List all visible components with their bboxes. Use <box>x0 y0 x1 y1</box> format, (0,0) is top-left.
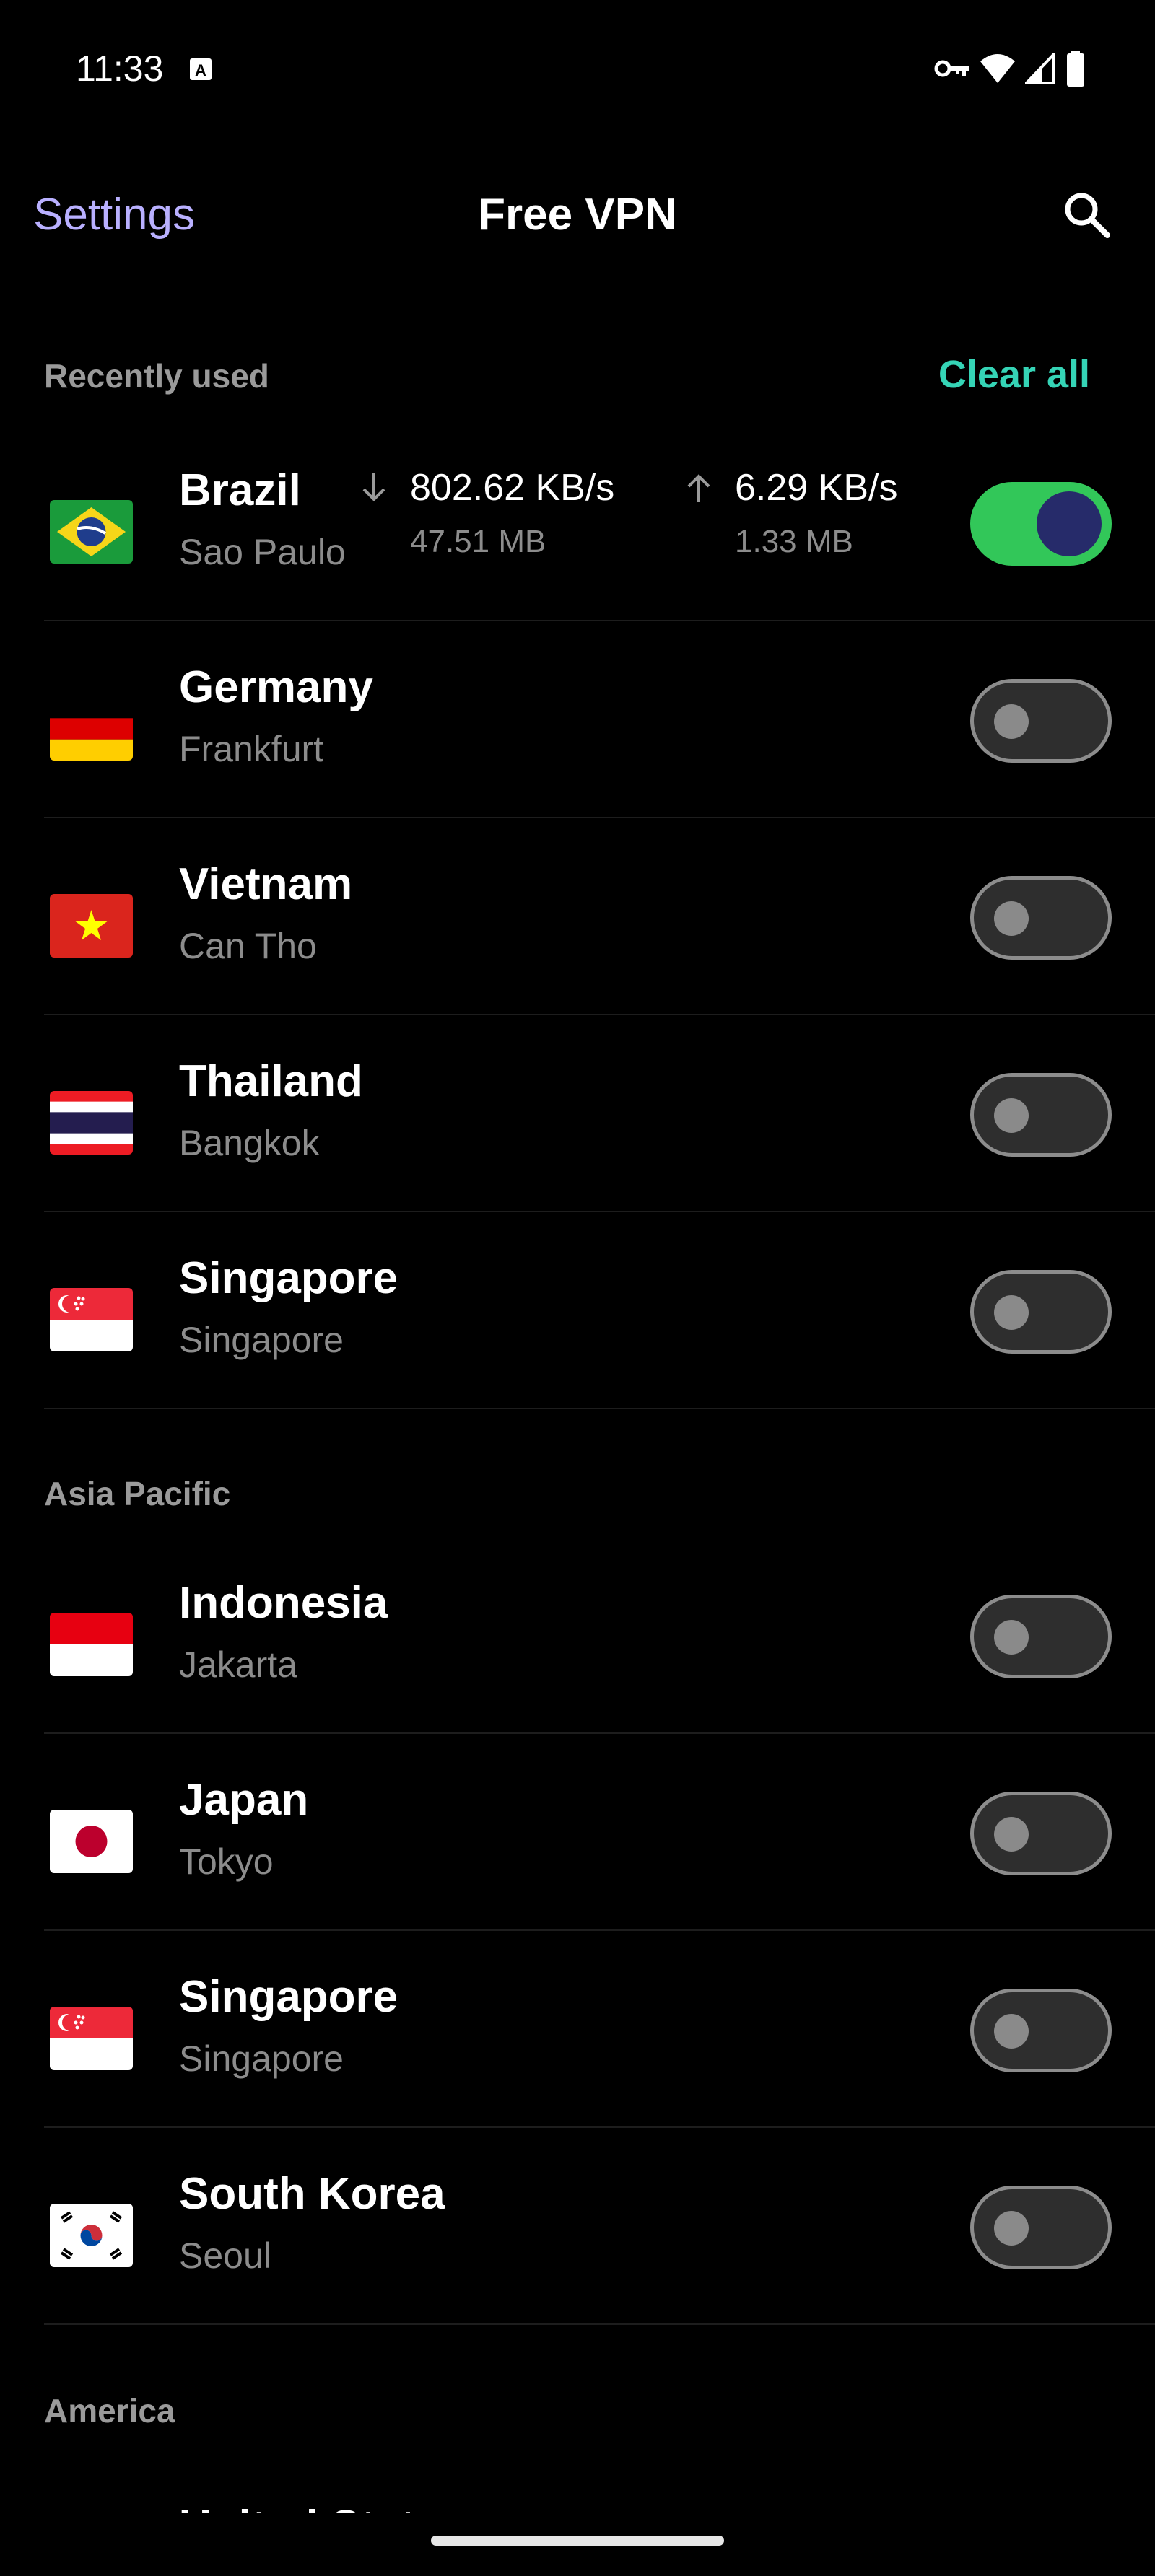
city-name: Tokyo <box>179 1841 274 1882</box>
clear-all-button[interactable]: Clear all <box>938 352 1090 397</box>
singapore-flag-icon <box>50 1288 133 1351</box>
wifi-icon <box>979 53 1016 84</box>
country-name: Singapore <box>179 1972 398 2022</box>
gesture-nav-handle[interactable] <box>431 2536 724 2546</box>
list-item[interactable]: Singapore Singapore <box>0 1931 1155 2128</box>
toggle-knob <box>994 2014 1029 2049</box>
connection-toggle[interactable] <box>970 1595 1112 1678</box>
japan-flag-icon <box>50 1810 133 1873</box>
toggle-knob <box>1037 491 1102 556</box>
toggle-knob <box>994 1098 1029 1133</box>
singapore-flag-icon <box>50 2007 133 2070</box>
upload-total: 1.33 MB <box>735 524 853 559</box>
font-notification-icon: A <box>189 58 212 81</box>
toggle-knob <box>994 704 1029 739</box>
connection-toggle[interactable] <box>970 482 1112 566</box>
list-item[interactable]: Singapore Singapore <box>0 1212 1155 1409</box>
city-name: Bangkok <box>179 1123 320 1163</box>
connection-toggle[interactable] <box>970 679 1112 763</box>
app-header: Settings Free VPN <box>0 173 1155 260</box>
country-name: United States <box>179 2501 465 2513</box>
city-name: Sao Paulo <box>179 532 346 572</box>
connection-toggle[interactable] <box>970 1270 1112 1354</box>
connection-toggle[interactable] <box>970 2186 1112 2269</box>
connection-toggle[interactable] <box>970 876 1112 960</box>
list-item[interactable]: Japan Tokyo <box>0 1734 1155 1931</box>
vietnam-flag-icon <box>50 894 133 958</box>
country-name: Indonesia <box>179 1578 388 1628</box>
download-rate: 802.62 KB/s <box>410 467 615 509</box>
upload-rate: 6.29 KB/s <box>735 467 898 509</box>
toggle-knob <box>994 901 1029 936</box>
toggle-knob <box>994 1817 1029 1852</box>
city-name: Frankfurt <box>179 729 324 769</box>
country-name: South Korea <box>179 2169 445 2219</box>
connection-toggle[interactable] <box>970 1792 1112 1875</box>
country-name: Japan <box>179 1775 309 1825</box>
search-icon[interactable] <box>1061 189 1112 240</box>
toggle-knob <box>994 1295 1029 1330</box>
download-total: 47.51 MB <box>410 524 546 559</box>
list-item[interactable]: Indonesia Jakarta <box>0 1537 1155 1734</box>
south-korea-flag-icon <box>50 2204 133 2267</box>
city-name: Seoul <box>179 2235 271 2276</box>
list-item[interactable]: Thailand Bangkok <box>0 1015 1155 1212</box>
list-item-partial[interactable]: United States <box>179 2501 465 2513</box>
country-name: Singapore <box>179 1253 398 1303</box>
city-name: Jakarta <box>179 1644 297 1685</box>
list-item[interactable]: Germany Frankfurt <box>0 621 1155 818</box>
thailand-flag-icon <box>50 1091 133 1155</box>
city-name: Can Tho <box>179 926 317 966</box>
section-header-asia-pacific: Asia Pacific <box>44 1475 231 1512</box>
city-name: Singapore <box>179 1320 344 1360</box>
settings-button[interactable]: Settings <box>33 189 195 240</box>
divider <box>44 1408 1155 1409</box>
arrow-up-icon <box>684 472 713 504</box>
section-header-recently-used: Recently used <box>44 357 269 395</box>
toggle-knob <box>994 2211 1029 2246</box>
signal-icon <box>1025 53 1057 84</box>
country-name: Germany <box>179 662 373 712</box>
connection-toggle[interactable] <box>970 1073 1112 1157</box>
divider <box>44 2323 1155 2325</box>
list-item[interactable]: South Korea Seoul <box>0 2128 1155 2325</box>
svg-text:A: A <box>195 61 206 79</box>
status-bar: 11:33 A <box>0 0 1155 137</box>
vpn-key-icon <box>934 58 970 79</box>
germany-flag-icon <box>50 697 133 761</box>
battery-icon <box>1065 51 1086 87</box>
country-name: Thailand <box>179 1056 363 1106</box>
toggle-knob <box>994 1620 1029 1655</box>
connection-toggle[interactable] <box>970 1989 1112 2072</box>
list-item[interactable]: Vietnam Can Tho <box>0 818 1155 1015</box>
country-name: Brazil <box>179 465 301 515</box>
country-name: Vietnam <box>179 859 353 909</box>
brazil-flag-icon <box>50 500 133 564</box>
status-time: 11:33 <box>76 48 164 89</box>
arrow-down-icon <box>359 472 388 504</box>
indonesia-flag-icon <box>50 1613 133 1676</box>
section-header-america: America <box>44 2392 175 2430</box>
list-item[interactable]: Brazil Sao Paulo 802.62 KB/s 47.51 MB 6.… <box>0 424 1155 621</box>
city-name: Singapore <box>179 2038 344 2079</box>
